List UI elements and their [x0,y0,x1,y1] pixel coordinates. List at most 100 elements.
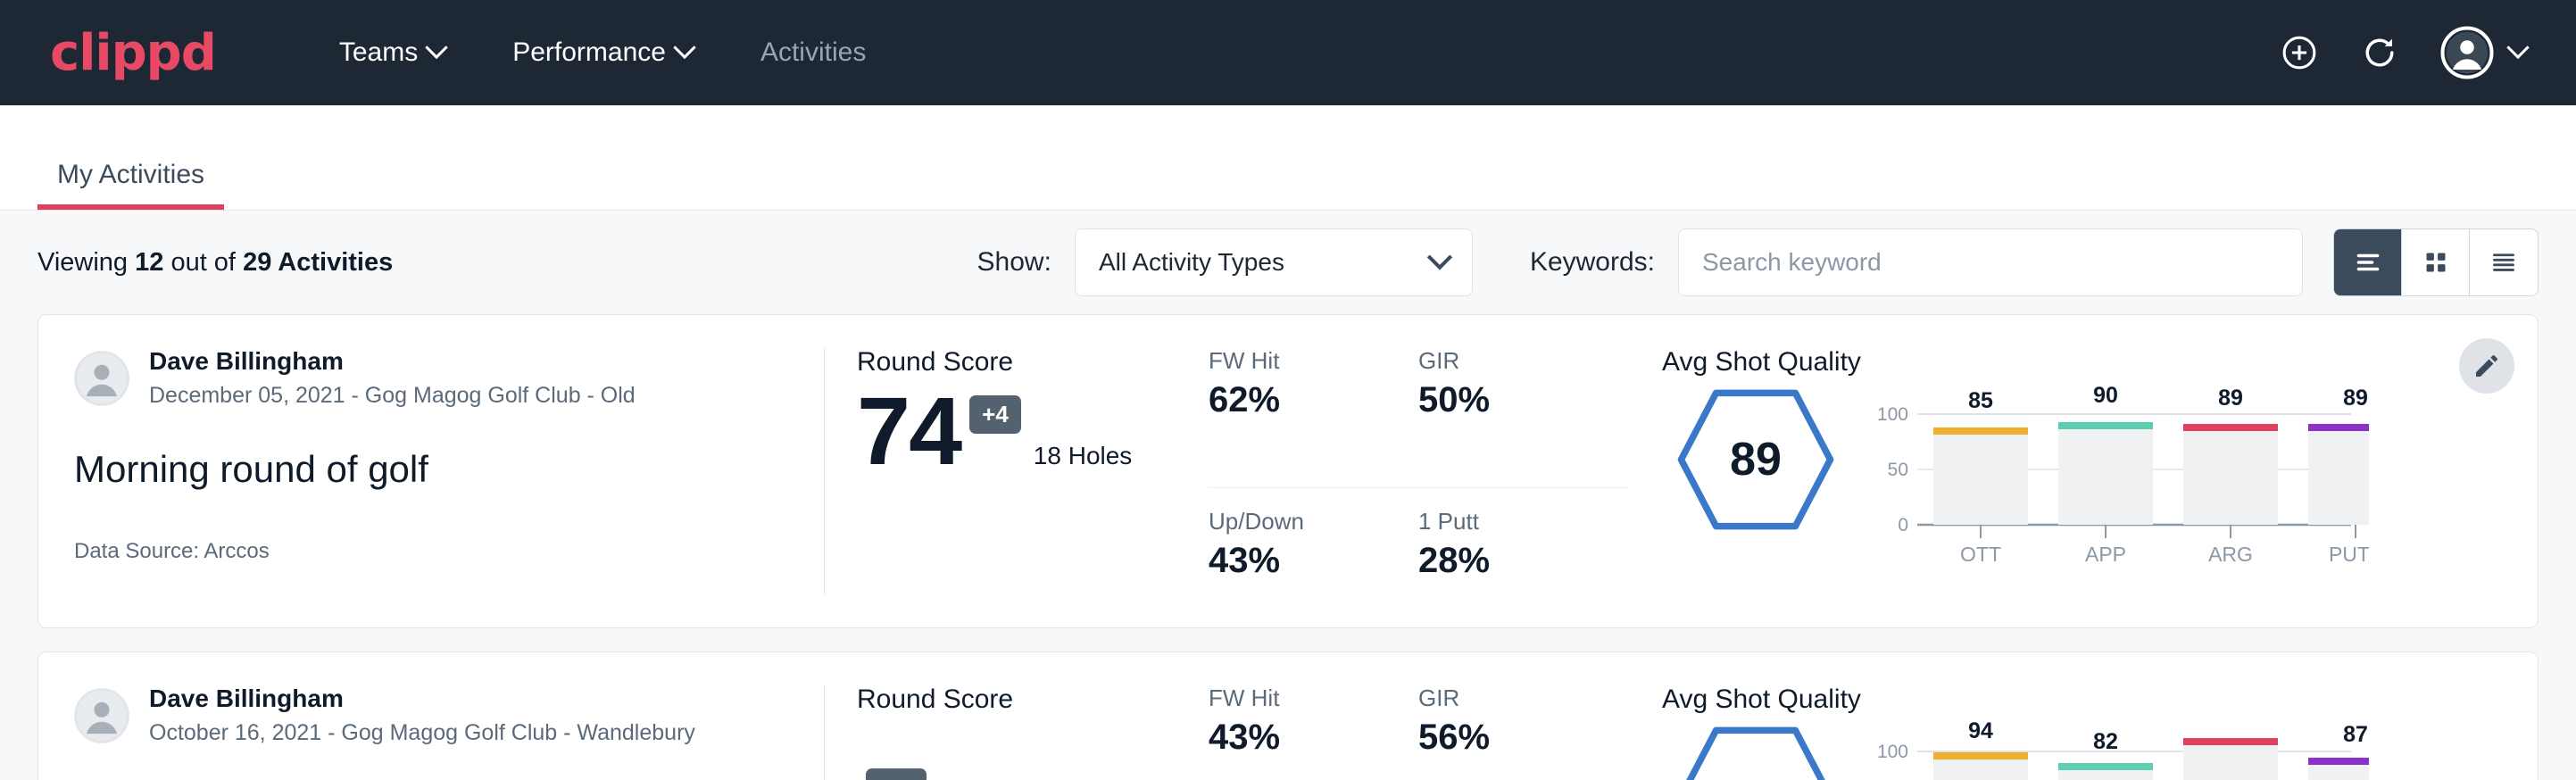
round-stats-grid: FW Hit 62% GIR 50% Up/Down 43% 1 Putt 28… [1209,315,1628,627]
stat-value: 62% [1209,380,1383,420]
stat-label: FW Hit [1209,685,1383,712]
activity-meta: December 05, 2021 - Gog Magog Golf Club … [149,383,636,409]
pencil-icon [2472,352,2501,380]
activity-user-name: Dave Billingham [149,347,636,376]
view-grid-button[interactable] [2402,229,2470,295]
activity-data-source: Data Source: Arccos [74,539,788,564]
bar-value-app: 90 [2093,383,2118,408]
bar-chart-svg: 100 50 0 85 OTT [1869,383,2369,570]
bar-value-putt: 89 [2343,386,2368,411]
stat-value: 56% [1418,718,1592,758]
activity-type-select[interactable]: All Activity Types [1075,228,1473,296]
filter-toolbar: Viewing 12 out of 29 Activities Show: Al… [37,211,2539,314]
stat-label: GIR [1418,347,1592,375]
bar-cap-putt [2308,424,2369,431]
stat-up-down: Up/Down 43% [1209,488,1418,628]
account-avatar[interactable] [2440,26,2526,79]
show-label: Show: [977,247,1051,278]
stat-fw-hit: FW Hit 62% [1209,347,1418,488]
refresh-icon[interactable] [2360,33,2399,72]
activity-meta: October 16, 2021 - Gog Magog Golf Club -… [149,720,695,746]
stat-value: 50% [1418,380,1592,420]
avg-shot-quality-label: Avg Shot Quality [1662,347,2538,378]
chevron-down-icon [2506,37,2529,59]
round-score-section: Round Score 74 +4 18 Holes [825,315,1209,627]
bar-arg [2183,427,2278,525]
round-score-value: 74 [857,383,960,479]
nav-item-label: Teams [339,37,418,68]
search-input[interactable] [1678,228,2303,296]
bar-value-arg: 106 [2212,720,2249,724]
view-list-button[interactable] [2334,229,2402,295]
chevron-down-icon [673,37,695,59]
bar-label-ott: OTT [1960,543,2001,566]
quality-hexagon [1662,720,1849,780]
nav-item-label: Activities [760,37,866,68]
avg-shot-quality-row: 89 100 50 0 [1662,383,2538,575]
activity-card[interactable]: Dave Billingham October 16, 2021 - Gog M… [37,651,2539,780]
chevron-down-icon [1427,245,1452,270]
bar-value-putt: 87 [2343,722,2368,747]
bar-cap-app [2058,763,2153,770]
round-score-label: Round Score [857,347,1209,378]
score-differential-badge: +4 [969,395,1021,434]
stat-gir: GIR 56% [1418,685,1628,780]
stat-label: FW Hit [1209,347,1383,375]
viewing-middle: out of [170,248,236,277]
bar-cap-putt [2308,758,2369,765]
clippd-logo[interactable]: clippd [50,24,216,82]
stat-label: GIR [1418,685,1592,712]
bar-chart-svg: 100 94 82 106 87 [1869,720,2369,780]
nav-item-activities[interactable]: Activities [727,37,900,68]
y-tick-100: 100 [1877,404,1908,425]
page-tab-bar: My Activities [0,105,2576,211]
viewing-count: 12 [135,248,163,277]
add-circle-icon[interactable] [2280,33,2319,72]
edit-activity-button[interactable] [2459,338,2514,394]
nav-item-teams[interactable]: Teams [305,37,478,68]
activity-card[interactable]: Dave Billingham December 05, 2021 - Gog … [37,314,2539,628]
bar-cap-arg [2183,738,2278,745]
bar-cap-ott [1933,427,2028,435]
nav-item-performance[interactable]: Performance [478,37,727,68]
activity-user-row: Dave Billingham October 16, 2021 - Gog M… [74,685,788,746]
bar-label-putt: PUTT [2329,543,2369,566]
round-stats-grid: FW Hit 43% GIR 56% [1209,652,1628,780]
holes-count: 18 Holes [1034,442,1133,470]
activity-user-row: Dave Billingham December 05, 2021 - Gog … [74,347,788,409]
viewing-summary: Viewing 12 out of 29 Activities [37,248,393,278]
bar-value-app: 82 [2093,729,2118,754]
tab-my-activities[interactable]: My Activities [37,160,224,210]
stat-value: 43% [1209,718,1383,758]
bar-value-ott: 85 [1968,388,1993,413]
viewing-total: 29 Activities [243,248,393,277]
bar-value-ott: 94 [1968,720,1993,743]
stat-label: Up/Down [1209,508,1383,535]
tab-label: My Activities [57,160,204,189]
avg-shot-quality-section: Avg Shot Quality 89 100 50 0 [1628,315,2538,627]
avg-shot-quality-label: Avg Shot Quality [1662,685,2538,715]
stat-fw-hit: FW Hit 43% [1209,685,1418,780]
stat-label: 1 Putt [1418,508,1592,535]
top-navigation-bar: clippd Teams Performance Activities [0,0,2576,105]
quality-score-value: 89 [1676,433,1835,486]
view-compact-button[interactable] [2470,229,2538,295]
chevron-down-icon [425,37,447,59]
header-actions [2280,0,2526,105]
bar-label-app: APP [2085,543,2126,566]
activity-card-info: Dave Billingham October 16, 2021 - Gog M… [38,652,824,780]
nav-item-label: Performance [512,37,666,68]
round-score-row: 74 +4 18 Holes [857,383,1209,479]
shot-quality-bar-chart: 100 94 82 106 87 [1849,720,2538,780]
stat-value: 28% [1418,541,1592,581]
bar-cap-arg [2183,424,2278,431]
activity-user-name: Dave Billingham [149,685,695,713]
round-score-row [857,720,1209,780]
bar-cap-app [2058,422,2153,429]
bar-cap-ott [1933,752,2028,759]
round-score-label: Round Score [857,685,1209,715]
y-tick-100: 100 [1877,742,1908,762]
score-differential-badge [866,768,927,780]
filter-controls: Show: All Activity Types Keywords: [977,228,2539,296]
main-content: Viewing 12 out of 29 Activities Show: Al… [0,211,2576,780]
